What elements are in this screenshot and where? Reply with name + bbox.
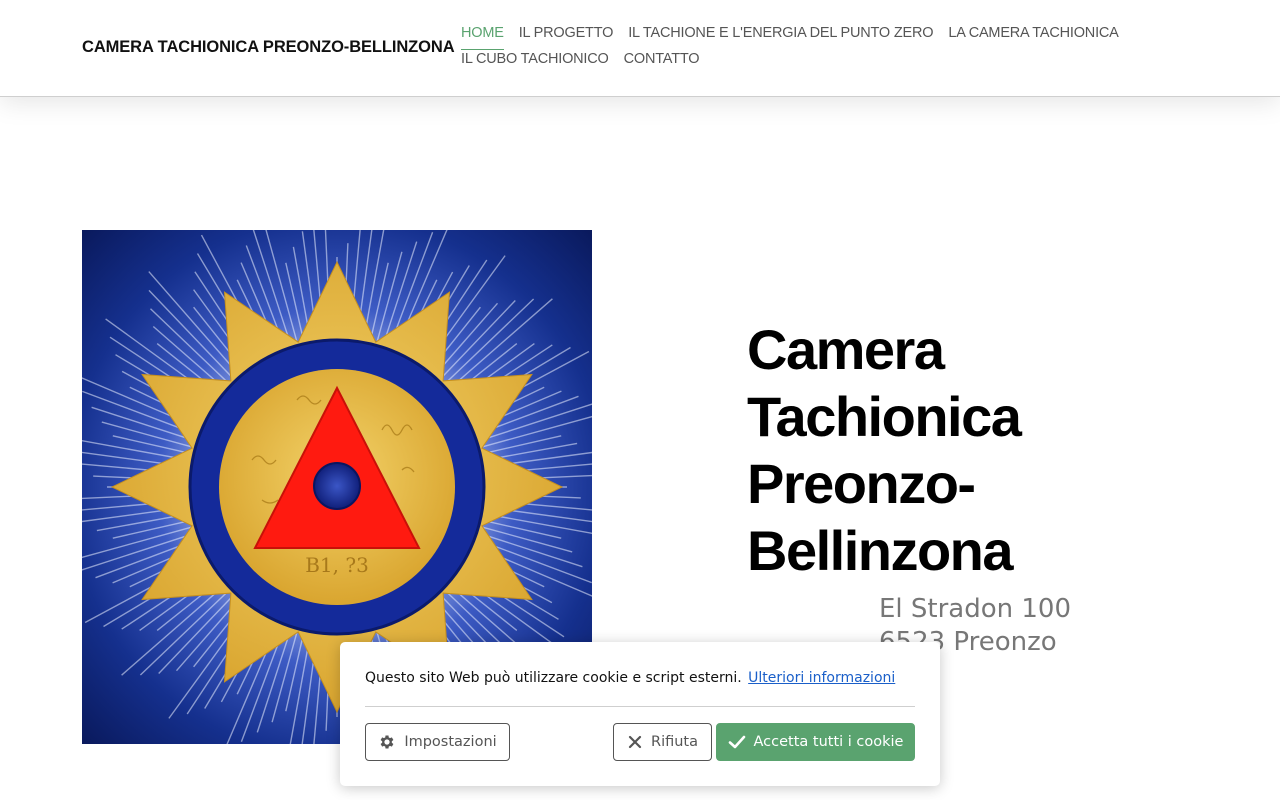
nav-row-1: HOME IL PROGETTO IL TACHIONE E L'ENERGIA… [461, 24, 1119, 50]
cookie-message-text: Questo sito Web può utilizzare cookie e … [365, 670, 742, 686]
cookie-reject-button[interactable]: Rifiuta [613, 723, 712, 761]
hero-title-line: Preonzo- [747, 452, 976, 515]
cookie-divider [365, 706, 915, 707]
cookie-reject-label: Rifiuta [651, 734, 698, 750]
close-icon [627, 734, 643, 750]
cookie-more-info-link[interactable]: Ulteriori informazioni [748, 670, 895, 686]
nav-item-contatto[interactable]: CONTATTO [624, 50, 700, 76]
hero-title-line: Bellinzona [747, 519, 1014, 582]
address-street: El Stradon 100 [879, 594, 1072, 624]
cookie-accept-all-button[interactable]: Accetta tutti i cookie [716, 723, 915, 761]
painting-eye [313, 462, 361, 510]
nav-item-cubo-tachionico[interactable]: IL CUBO TACHIONICO [461, 50, 609, 76]
nav-item-camera-tachionica[interactable]: LA CAMERA TACHIONICA [948, 24, 1119, 50]
site-title[interactable]: CAMERA TACHIONICA PREONZO-BELLINZONA [82, 38, 455, 57]
check-icon [728, 734, 746, 750]
cookie-accept-label: Accetta tutti i cookie [753, 734, 904, 750]
painting-inscription: B1, ?3 [305, 553, 369, 577]
cookie-message: Questo sito Web può utilizzare cookie e … [365, 670, 895, 686]
nav-item-tachione[interactable]: IL TACHIONE E L'ENERGIA DEL PUNTO ZERO [628, 24, 933, 50]
main-nav: HOME IL PROGETTO IL TACHIONE E L'ENERGIA… [461, 24, 1119, 76]
hero-title-line: Tachionica [747, 385, 1022, 448]
hero-title-line: Camera [747, 318, 945, 381]
gear-icon [378, 733, 396, 751]
hero-title: Camera Tachionica Preonzo- Bellinzona [747, 316, 1107, 584]
cookie-settings-button[interactable]: Impostazioni [365, 723, 510, 761]
nav-row-2: IL CUBO TACHIONICO CONTATTO [461, 50, 1101, 76]
nav-item-home[interactable]: HOME [461, 24, 504, 50]
site-header: CAMERA TACHIONICA PREONZO-BELLINZONA HOM… [0, 0, 1280, 97]
cookie-banner: Questo sito Web può utilizzare cookie e … [340, 642, 940, 786]
nav-item-il-progetto[interactable]: IL PROGETTO [519, 24, 614, 50]
cookie-settings-label: Impostazioni [404, 734, 497, 750]
